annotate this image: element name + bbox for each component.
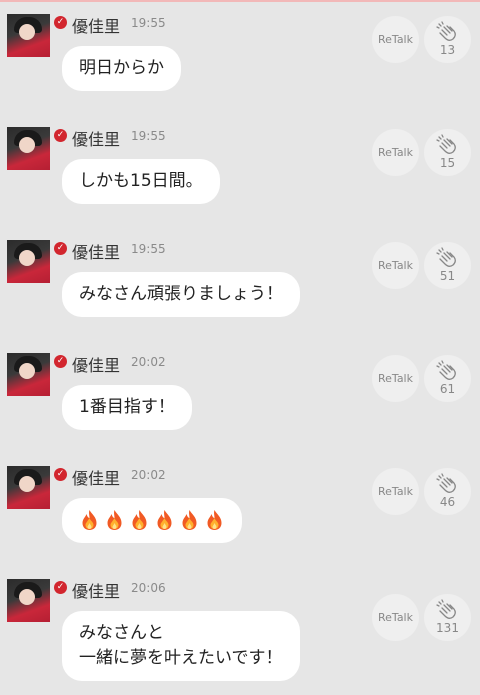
message-bubble: 1番目指す！ xyxy=(62,385,192,430)
message-item: ✓ 優佳里 19:55 しかも15日間。 ReTalk 15 xyxy=(0,127,480,237)
message-bubble: しかも15日間。 xyxy=(62,159,220,204)
message-bubble xyxy=(62,498,242,543)
timestamp: 19:55 xyxy=(131,242,166,256)
clap-button[interactable]: 61 xyxy=(424,355,471,402)
avatar[interactable] xyxy=(7,127,50,170)
fire-icon xyxy=(207,510,222,530)
avatar-face xyxy=(19,24,35,40)
fire-icon xyxy=(157,510,172,530)
checkmark-icon: ✓ xyxy=(54,468,67,481)
fire-icon xyxy=(82,510,97,530)
clap-count: 51 xyxy=(439,269,456,283)
avatar-face xyxy=(19,250,35,266)
clap-count: 15 xyxy=(439,156,456,170)
clap-button[interactable]: 15 xyxy=(424,129,471,176)
clap-count: 131 xyxy=(436,621,459,635)
message-bubble: 明日からか xyxy=(62,46,181,91)
user-name[interactable]: 優佳里 xyxy=(72,352,120,376)
clap-icon xyxy=(436,599,456,619)
checkmark-icon: ✓ xyxy=(54,581,67,594)
checkmark-icon: ✓ xyxy=(54,129,67,142)
retalk-button[interactable]: ReTalk xyxy=(372,468,419,515)
clap-button[interactable]: 13 xyxy=(424,16,471,63)
clap-icon xyxy=(436,473,456,493)
avatar-face xyxy=(19,476,35,492)
avatar-face xyxy=(19,589,35,605)
message-item: ✓ 優佳里 20:06 みなさんと 一緒に夢を叶えたいです！ ReTalk 13… xyxy=(0,579,480,689)
top-divider xyxy=(0,0,480,2)
user-name[interactable]: 優佳里 xyxy=(72,126,120,150)
message-bubble: みなさんと 一緒に夢を叶えたいです！ xyxy=(62,611,300,681)
message-item: ✓ 優佳里 20:02 ReTalk 46 xyxy=(0,466,480,576)
avatar[interactable] xyxy=(7,14,50,57)
clap-count: 46 xyxy=(439,495,456,509)
retalk-button[interactable]: ReTalk xyxy=(372,16,419,63)
avatar-face xyxy=(19,363,35,379)
fire-icon xyxy=(132,510,147,530)
retalk-button[interactable]: ReTalk xyxy=(372,129,419,176)
clap-icon xyxy=(436,360,456,380)
message-bubble: みなさん頑張りましょう！ xyxy=(62,272,300,317)
clap-button[interactable]: 51 xyxy=(424,242,471,289)
clap-icon xyxy=(436,21,456,41)
retalk-button[interactable]: ReTalk xyxy=(372,355,419,402)
timestamp: 19:55 xyxy=(131,16,166,30)
retalk-button[interactable]: ReTalk xyxy=(372,594,419,641)
avatar[interactable] xyxy=(7,353,50,396)
avatar[interactable] xyxy=(7,240,50,283)
message-item: ✓ 優佳里 20:02 1番目指す！ ReTalk 61 xyxy=(0,353,480,463)
user-name[interactable]: 優佳里 xyxy=(72,239,120,263)
avatar[interactable] xyxy=(7,579,50,622)
avatar-face xyxy=(19,137,35,153)
timestamp: 20:02 xyxy=(131,468,166,482)
clap-count: 13 xyxy=(439,43,456,57)
clap-button[interactable]: 131 xyxy=(424,594,471,641)
clap-button[interactable]: 46 xyxy=(424,468,471,515)
user-name[interactable]: 優佳里 xyxy=(72,465,120,489)
timestamp: 20:02 xyxy=(131,355,166,369)
checkmark-icon: ✓ xyxy=(54,242,67,255)
avatar[interactable] xyxy=(7,466,50,509)
checkmark-icon: ✓ xyxy=(54,16,67,29)
timestamp: 19:55 xyxy=(131,129,166,143)
user-name[interactable]: 優佳里 xyxy=(72,578,120,602)
user-name[interactable]: 優佳里 xyxy=(72,13,120,37)
checkmark-icon: ✓ xyxy=(54,355,67,368)
clap-count: 61 xyxy=(439,382,456,396)
clap-icon xyxy=(436,134,456,154)
clap-icon xyxy=(436,247,456,267)
fire-icon xyxy=(182,510,197,530)
timestamp: 20:06 xyxy=(131,581,166,595)
retalk-button[interactable]: ReTalk xyxy=(372,242,419,289)
message-item: ✓ 優佳里 19:55 みなさん頑張りましょう！ ReTalk 51 xyxy=(0,240,480,350)
fire-icon xyxy=(107,510,122,530)
message-item: ✓ 優佳里 19:55 明日からか ReTalk 13 xyxy=(0,14,480,124)
